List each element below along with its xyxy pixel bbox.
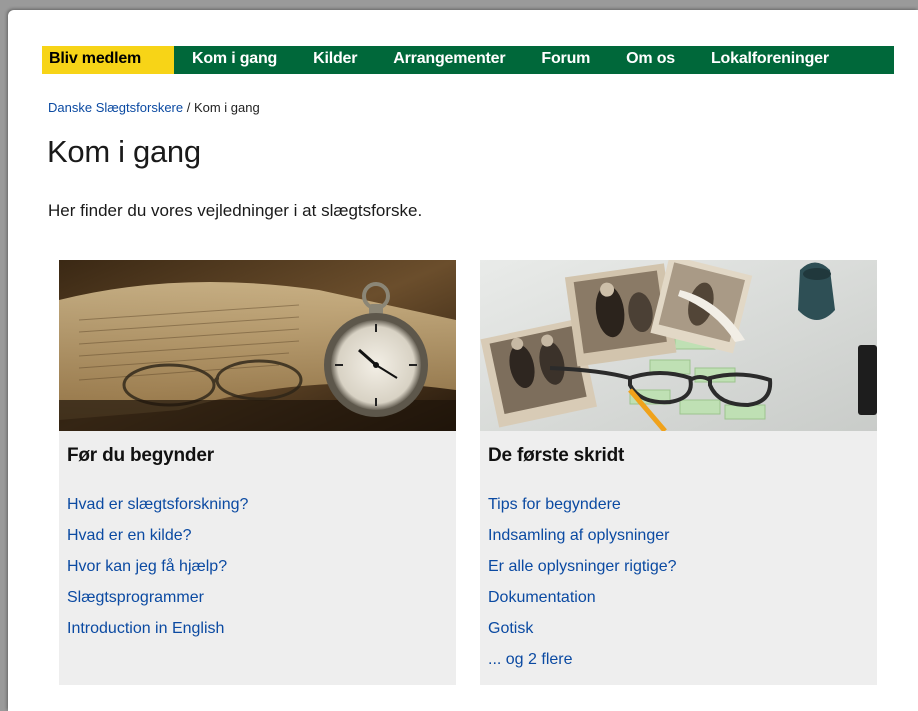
breadcrumb: Danske Slægtsforskere / Kom i gang — [48, 100, 260, 115]
card-link-list: Tips for begyndere Indsamling af oplysni… — [488, 489, 877, 675]
card-title: Før du begynder — [67, 445, 214, 466]
breadcrumb-separator: / — [183, 100, 194, 115]
link-er-alle-oplysninger-rigtige[interactable]: Er alle oplysninger rigtige? — [488, 551, 877, 582]
card-de-foerste-skridt: De første skridt Tips for begyndere Inds… — [480, 260, 877, 685]
breadcrumb-home-link[interactable]: Danske Slægtsforskere — [48, 100, 183, 115]
link-dokumentation[interactable]: Dokumentation — [488, 582, 877, 613]
card-link-list: Hvad er slægtsforskning? Hvad er en kild… — [67, 489, 456, 644]
nav-kilder[interactable]: Kilder — [295, 46, 375, 74]
nav-lokalforeninger[interactable]: Lokalforeninger — [693, 46, 847, 74]
link-hvor-kan-jeg-faa-hjaelp[interactable]: Hvor kan jeg få hjælp? — [67, 551, 456, 582]
cards-section: Før du begynder Hvad er slægtsforskning?… — [44, 231, 894, 711]
pocket-watch-image — [59, 260, 456, 431]
link-gotisk[interactable]: Gotisk — [488, 613, 877, 644]
browser-page: Bliv medlem Kom i gang Kilder Arrangemen… — [8, 10, 918, 711]
breadcrumb-current: Kom i gang — [193, 100, 260, 115]
nav-bliv-medlem[interactable]: Bliv medlem — [42, 46, 174, 74]
nav-forum[interactable]: Forum — [523, 46, 608, 74]
link-og-2-flere[interactable]: ... og 2 flere — [488, 644, 877, 675]
link-hvad-er-en-kilde[interactable]: Hvad er en kilde? — [67, 520, 456, 551]
intro-text: Her finder du vores vejledninger i at sl… — [48, 201, 423, 220]
card-foer-du-begynder: Før du begynder Hvad er slægtsforskning?… — [59, 260, 456, 685]
link-indsamling-af-oplysninger[interactable]: Indsamling af oplysninger — [488, 520, 877, 551]
link-tips-for-begyndere[interactable]: Tips for begyndere — [488, 489, 877, 520]
old-photos-image — [480, 260, 877, 431]
main-nav: Bliv medlem Kom i gang Kilder Arrangemen… — [42, 46, 894, 74]
nav-om-os[interactable]: Om os — [608, 46, 693, 74]
card-title: De første skridt — [488, 445, 625, 466]
link-hvad-er-slaegtsforskning[interactable]: Hvad er slægtsforskning? — [67, 489, 456, 520]
link-introduction-in-english[interactable]: Introduction in English — [67, 613, 456, 644]
page-title: Kom i gang — [47, 134, 201, 169]
nav-arrangementer[interactable]: Arrangementer — [375, 46, 523, 74]
nav-kom-i-gang[interactable]: Kom i gang — [174, 46, 295, 74]
link-slaegtsprogrammer[interactable]: Slægtsprogrammer — [67, 582, 456, 613]
